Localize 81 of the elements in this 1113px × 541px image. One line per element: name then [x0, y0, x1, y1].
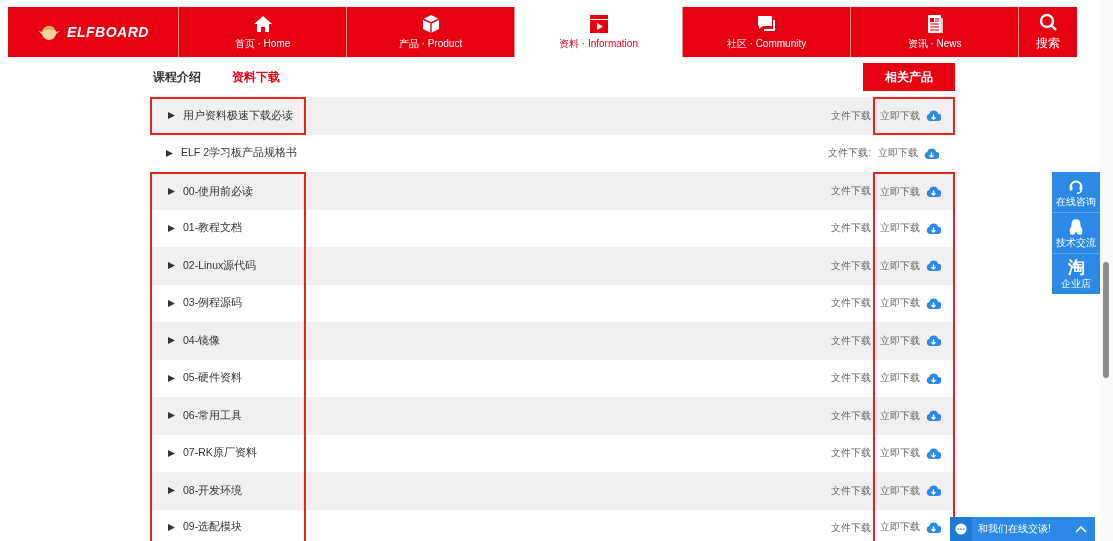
download-link[interactable]: 立即下载 — [878, 146, 918, 161]
file-download-label: 文件下载 — [831, 258, 871, 273]
folder-title[interactable]: 02-Linux源代码 — [183, 258, 257, 273]
download-link[interactable]: 立即下载 — [880, 446, 920, 461]
download-link[interactable]: 立即下载 — [880, 258, 920, 273]
cloud-download-icon[interactable] — [926, 335, 941, 347]
chat-icon — [756, 13, 777, 34]
triangle-icon[interactable] — [168, 188, 175, 196]
download-link[interactable]: 立即下载 — [880, 296, 920, 311]
nav-item[interactable]: 首页 · Home — [179, 7, 347, 57]
folder-title[interactable]: 03-例程源码 — [183, 296, 243, 311]
side-label[interactable]: 在线咨询 — [1056, 195, 1096, 209]
cube-icon — [420, 13, 441, 34]
file-download-label: 文件下载 — [831, 371, 871, 386]
cloud-download-icon[interactable] — [926, 186, 941, 198]
file-download-label: 文件下载 — [831, 221, 871, 236]
cloud-download-icon[interactable] — [926, 297, 941, 309]
video-icon — [588, 13, 609, 34]
scrollbar[interactable] — [1100, 0, 1113, 541]
download-link[interactable]: 立即下载 — [880, 333, 920, 348]
folder-title[interactable]: 06-常用工具 — [183, 408, 243, 423]
logo-text[interactable]: ELFBOARD — [67, 24, 149, 40]
folder-title[interactable]: 08-开发环境 — [183, 483, 243, 498]
triangle-icon[interactable] — [168, 299, 175, 307]
side-label[interactable]: 技术交流 — [1056, 236, 1096, 250]
live-chat-bar[interactable]: 和我们在线交谈! — [950, 517, 1095, 541]
folder-title[interactable]: ELF 2学习板产品规格书 — [181, 146, 297, 161]
folder-title[interactable]: 00-使用前必读 — [183, 184, 254, 199]
tab[interactable]: 资料下载 — [232, 66, 280, 88]
caret-up-icon[interactable] — [1075, 525, 1087, 533]
file-download-label: 文件下载 — [831, 183, 871, 198]
side-label[interactable]: 企业店 — [1061, 277, 1091, 291]
search-icon — [1038, 12, 1058, 32]
triangle-icon[interactable] — [168, 224, 175, 232]
tab[interactable]: 课程介绍 — [153, 66, 201, 88]
download-link[interactable]: 立即下载 — [880, 408, 920, 423]
file-download-label: 文件下载 — [831, 483, 871, 498]
download-link[interactable]: 立即下载 — [880, 483, 920, 498]
file-download-label: 文件下载 — [831, 333, 871, 348]
triangle-icon[interactable] — [168, 262, 175, 270]
cloud-download-icon[interactable] — [926, 372, 941, 384]
cloud-download-icon[interactable] — [926, 110, 941, 122]
home-icon — [252, 13, 273, 34]
file-download-label: 文件下载: — [828, 146, 871, 161]
nav-item[interactable]: 社区 · Community — [683, 7, 851, 57]
nav-item[interactable]: 资料 · Information — [515, 7, 683, 57]
folder-title[interactable]: 07-RK原厂资料 — [183, 446, 257, 461]
file-download-label: 文件下载 — [831, 408, 871, 423]
triangle-icon[interactable] — [168, 487, 175, 495]
cloud-download-icon[interactable] — [924, 147, 939, 159]
file-download-label: 文件下载 — [831, 446, 871, 461]
nav-item[interactable]: 资讯 · News — [851, 7, 1019, 57]
taobao-glyph[interactable]: 淘 — [1067, 259, 1085, 277]
folder-title[interactable]: 01-教程文档 — [183, 221, 243, 236]
cloud-download-icon[interactable] — [926, 485, 941, 497]
triangle-icon[interactable] — [168, 112, 175, 120]
penguin-icon — [1067, 218, 1085, 236]
download-link[interactable]: 立即下载 — [880, 184, 920, 199]
triangle-icon[interactable] — [168, 374, 175, 382]
chat-bubble-icon — [955, 523, 967, 535]
triangle-icon[interactable] — [168, 337, 175, 345]
cloud-download-icon[interactable] — [926, 521, 941, 533]
triangle-icon[interactable] — [168, 412, 175, 420]
download-link[interactable]: 立即下载 — [880, 371, 920, 386]
nav-item[interactable]: 搜索 — [1019, 7, 1077, 57]
download-link[interactable]: 立即下载 — [880, 221, 920, 236]
related-products-button[interactable]: 相关产品 — [863, 63, 955, 91]
folder-title[interactable]: 04-镜像 — [183, 333, 221, 348]
cloud-download-icon[interactable] — [926, 447, 941, 459]
triangle-icon[interactable] — [166, 149, 173, 157]
folder-title[interactable]: 09-选配模块 — [183, 520, 243, 535]
file-download-label: 文件下载 — [831, 108, 871, 123]
file-download-label: 文件下载 — [831, 296, 871, 311]
triangle-icon[interactable] — [168, 523, 175, 531]
cloud-download-icon[interactable] — [926, 410, 941, 422]
cloud-download-icon[interactable] — [926, 222, 941, 234]
cloud-download-icon[interactable] — [926, 260, 941, 272]
folder-title[interactable]: 05-硬件资料 — [183, 371, 243, 386]
download-link[interactable]: 立即下载 — [880, 108, 920, 123]
triangle-icon[interactable] — [168, 449, 175, 457]
file-download-label: 文件下载 — [831, 521, 871, 536]
